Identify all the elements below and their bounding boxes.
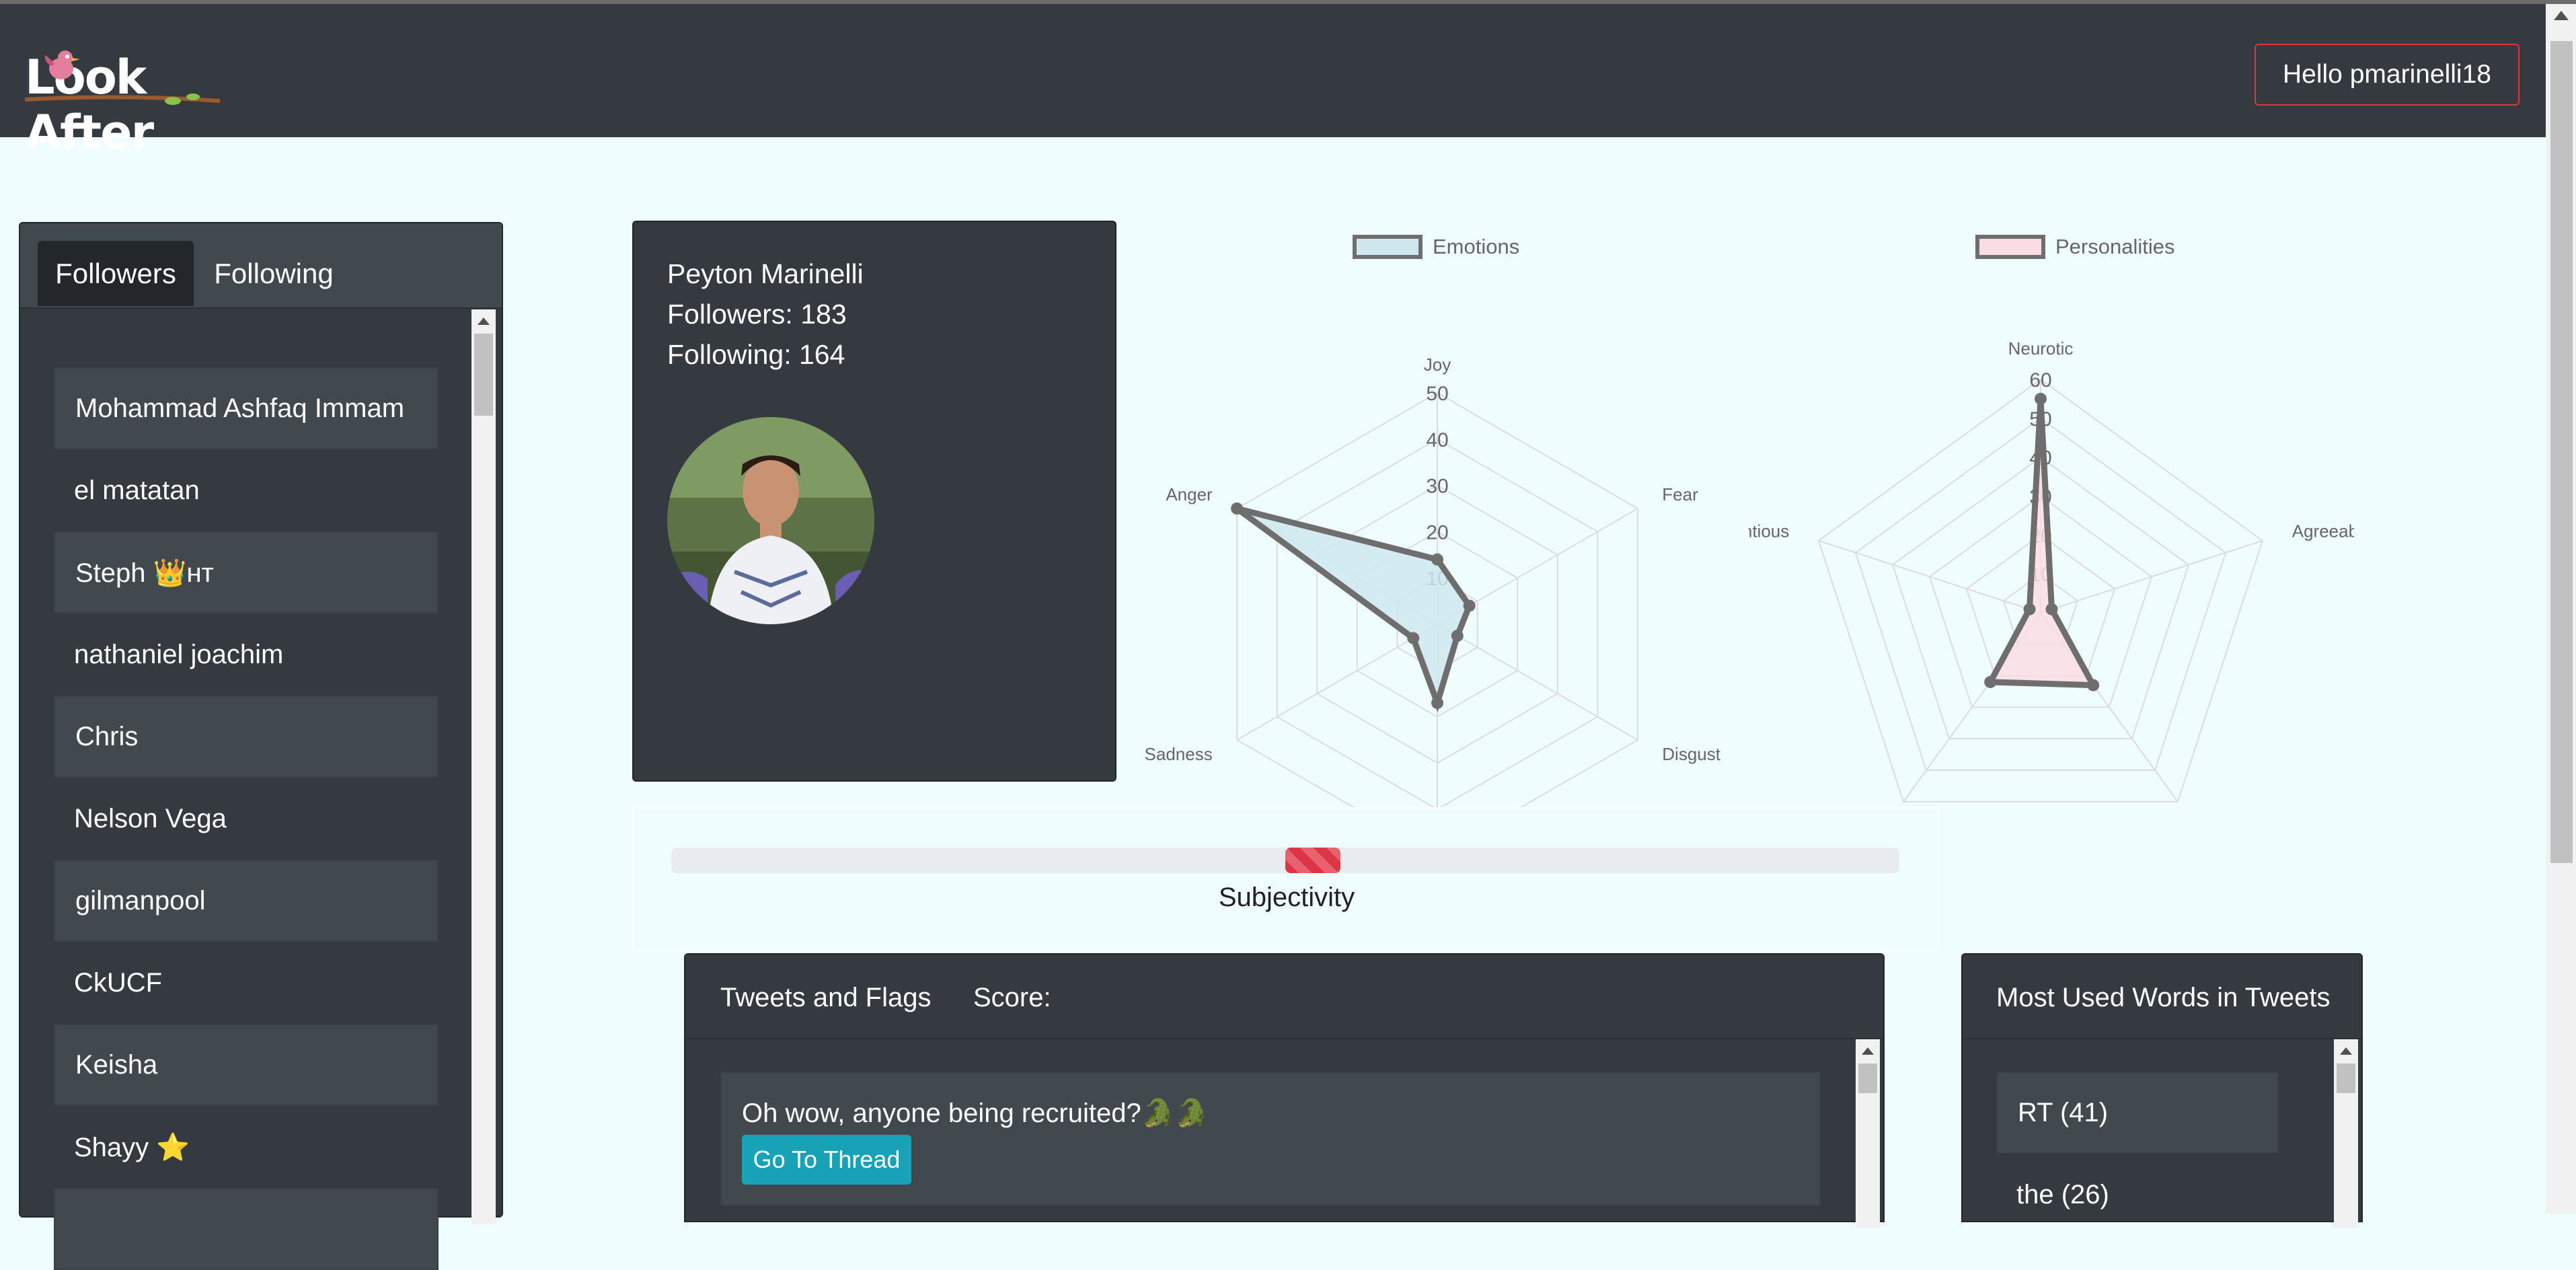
tick-label: 60 <box>2029 369 2051 391</box>
followers-scrollbar-thumb[interactable] <box>474 334 493 416</box>
scroll-up-icon[interactable] <box>478 318 490 325</box>
series-area <box>1985 398 2098 689</box>
axis-label-anger: Anger <box>1166 484 1213 505</box>
tab-followers[interactable]: Followers <box>38 241 194 306</box>
profile-name: Peyton Marinelli <box>667 258 864 289</box>
axis-label-conscientious: Conscientious <box>1749 521 1789 541</box>
list-item[interactable]: Keisha <box>54 1024 439 1106</box>
data-point[interactable] <box>2087 679 2100 692</box>
data-point[interactable] <box>1407 632 1420 644</box>
most-used-words-card: Most Used Words in Tweets RT (41) the (2… <box>1961 953 2363 1228</box>
data-point[interactable] <box>2023 603 2036 615</box>
list-item: RT (41) <box>1996 1072 2279 1154</box>
data-point[interactable] <box>1463 599 1476 612</box>
subjectivity-panel: Subjectivity <box>632 807 1938 951</box>
tweet-item: Oh wow, anyone being recruited?🐊🐊 Go To … <box>720 1072 1821 1206</box>
data-point[interactable] <box>1984 675 1997 688</box>
tweets-card: Tweets and Flags Score: Oh wow, anyone b… <box>684 953 1885 1228</box>
tweets-score-label: Score: <box>973 983 1051 1012</box>
words-list: RT (41) the (26) <box>1996 1072 2279 1236</box>
tab-following[interactable]: Following <box>194 241 354 306</box>
legend-label: Personalities <box>2055 235 2174 258</box>
follower-list: Mohammad Ashfaq Immam el matatan Steph 👑… <box>54 367 439 1270</box>
tweets-title: Tweets and Flags <box>720 983 932 1012</box>
navbar: Look After Hello pmarinelli18 <box>0 4 2546 160</box>
axis-label-agreeable: Agreeable <box>2292 521 2354 541</box>
tick-label: 20 <box>1426 521 1448 544</box>
list-item[interactable]: Shayy ⭐ <box>54 1106 439 1188</box>
tick-label: 30 <box>1426 476 1448 498</box>
words-scrollbar-thumb[interactable] <box>2337 1063 2355 1093</box>
list-item[interactable]: nathaniel joachim <box>54 613 439 696</box>
profile-followers-count: Followers: 183 <box>667 299 847 330</box>
tick-label: 40 <box>1426 429 1448 451</box>
branch-icon <box>25 94 220 105</box>
axis-label-joy: Joy <box>1424 354 1451 375</box>
grid-spoke <box>1437 624 1638 741</box>
grid-spoke <box>1236 624 1438 741</box>
scroll-up-icon[interactable] <box>1862 1047 1874 1055</box>
chart-legend[interactable]: Emotions <box>1353 235 1519 259</box>
list-item[interactable]: Steph 👑ʜᴛ <box>54 531 439 613</box>
axis-label-sadness: Sadness <box>1145 744 1213 764</box>
legend-swatch <box>1975 235 2045 259</box>
page-scrollbar-thumb[interactable] <box>2550 41 2573 863</box>
subjectivity-label: Subjectivity <box>1218 883 1355 912</box>
list-item[interactable]: el matatan <box>54 449 439 531</box>
grid-spoke <box>2040 539 2263 613</box>
scroll-up-icon[interactable] <box>2340 1047 2352 1055</box>
user-greeting-button[interactable]: Hello pmarinelli18 <box>2255 44 2520 106</box>
go-to-thread-button[interactable]: Go To Thread <box>742 1135 911 1185</box>
axis-label-disgust: Disgust <box>1662 744 1720 764</box>
emotions-radar-chart: Emotions 1020304050 JoyFearDisgustSurpri… <box>1145 235 1721 807</box>
logo[interactable]: Look After <box>25 44 227 160</box>
data-point[interactable] <box>1451 630 1464 642</box>
bird-icon <box>44 50 80 79</box>
axis-label-fear: Fear <box>1662 484 1698 505</box>
list-item: the (26) <box>2016 1179 2109 1209</box>
page-scrollbar[interactable] <box>2546 4 2576 1214</box>
axis-label-neurotic: Neurotic <box>2008 338 2074 359</box>
data-point[interactable] <box>1431 553 1443 566</box>
scroll-up-icon[interactable] <box>2554 11 2569 20</box>
tweets-card-header: Tweets and Flags Score: <box>685 955 1883 1039</box>
list-item[interactable]: Nelson Vega <box>54 778 439 860</box>
tweets-scrollbar[interactable] <box>1856 1039 1880 1228</box>
words-scrollbar[interactable] <box>2334 1039 2358 1228</box>
subjectivity-bar <box>671 848 1899 873</box>
followers-panel: Followers Following Mohammad Ashfaq Imma… <box>19 222 503 1270</box>
words-card-header: Most Used Words in Tweets <box>1963 955 2361 1039</box>
subjectivity-bar-fill <box>1285 848 1341 873</box>
chart-legend[interactable]: Personalities <box>1975 235 2174 259</box>
legend-swatch <box>1353 235 1423 259</box>
radar-series <box>1984 392 2100 692</box>
list-item[interactable] <box>54 1188 439 1270</box>
tick-label: 50 <box>1426 383 1448 405</box>
followers-tabs: Followers Following <box>20 223 502 309</box>
list-item[interactable]: Mohammad Ashfaq Immam <box>54 367 439 449</box>
tweet-text: Oh wow, anyone being recruited?🐊🐊 <box>742 1098 1209 1128</box>
avatar <box>667 417 874 624</box>
personalities-radar-chart: Personalities 102030405060 NeuroticAgree… <box>1749 235 2354 802</box>
legend-label: Emotions <box>1433 235 1519 258</box>
grid-spoke <box>1818 539 2041 613</box>
data-point[interactable] <box>1431 696 1443 709</box>
data-point[interactable] <box>2035 392 2047 405</box>
data-point[interactable] <box>1231 502 1244 515</box>
profile-following-count: Following: 164 <box>667 339 845 370</box>
data-point[interactable] <box>2045 603 2058 615</box>
list-item[interactable]: CkUCF <box>54 942 439 1024</box>
profile-card: Peyton Marinelli Followers: 183 Followin… <box>632 221 1116 782</box>
tweets-scrollbar-thumb[interactable] <box>1858 1063 1877 1093</box>
list-item[interactable]: Chris <box>54 696 439 778</box>
followers-scrollbar[interactable] <box>471 309 496 1224</box>
words-title: Most Used Words in Tweets <box>1996 983 2331 1012</box>
list-item[interactable]: gilmanpool <box>54 860 439 942</box>
